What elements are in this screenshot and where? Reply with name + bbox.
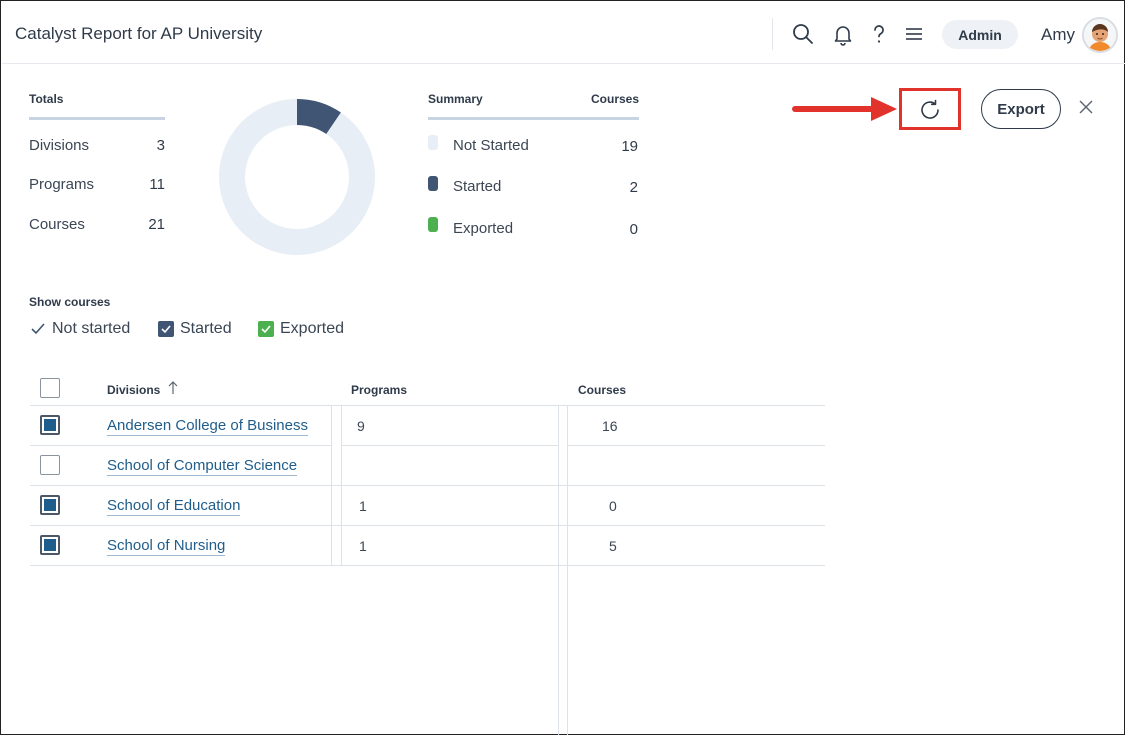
summary-not-started-value: 19: [621, 138, 638, 155]
filter-started[interactable]: Started: [158, 320, 232, 338]
row-programs-value: 9: [357, 418, 365, 434]
filter-not-started-label: Not started: [52, 320, 131, 337]
table-header-divider: [30, 405, 825, 406]
column-divider: [341, 405, 342, 565]
row-programs-value: 1: [359, 498, 367, 514]
totals-divisions-value: 3: [156, 137, 165, 154]
row-courses-value: 0: [609, 498, 617, 514]
checkbox-checked-icon: [158, 321, 174, 337]
division-link-education[interactable]: School of Education: [107, 497, 241, 516]
menu-icon[interactable]: [902, 22, 926, 46]
show-courses-heading: Show courses: [29, 295, 111, 309]
report-window: Catalyst Report for AP University Admin …: [0, 0, 1125, 735]
page-title: Catalyst Report for AP University: [15, 24, 263, 43]
legend-swatch-started: [428, 176, 438, 191]
row-programs-value: 1: [359, 538, 367, 554]
summary-underline: [428, 117, 639, 120]
header: Catalyst Report for AP University Admin …: [2, 2, 1125, 64]
division-link-nursing[interactable]: School of Nursing: [107, 537, 226, 556]
summary-courses-heading: Courses: [591, 92, 640, 106]
totals-courses-label: Courses: [29, 216, 85, 233]
summary-heading: Summary: [428, 92, 483, 106]
filter-not-started[interactable]: Not started: [30, 320, 130, 338]
arrow-up-icon[interactable]: [167, 380, 179, 401]
role-badge[interactable]: Admin: [942, 20, 1018, 49]
avatar[interactable]: [1082, 17, 1118, 53]
row-divider: [30, 485, 825, 486]
summary-exported-value: 0: [629, 221, 638, 238]
donut-slice-not-started: [218, 99, 375, 255]
callout-arrow: [792, 97, 897, 121]
filter-started-label: Started: [180, 320, 232, 337]
filter-exported-label: Exported: [280, 320, 345, 337]
checkbox-checked-icon: [258, 321, 274, 337]
row-divider: [30, 525, 825, 526]
division-link-andersen[interactable]: Andersen College of Business: [107, 417, 308, 436]
legend-swatch-exported: [428, 217, 438, 232]
row-divider: [30, 565, 825, 566]
close-icon[interactable]: [1077, 98, 1095, 116]
row-checkbox[interactable]: [40, 535, 60, 555]
row-divider: [567, 445, 825, 446]
check-icon: [30, 321, 46, 337]
row-divider: [30, 445, 331, 446]
totals-programs-label: Programs: [29, 176, 95, 193]
row-checkbox[interactable]: [40, 495, 60, 515]
row-courses-value: 5: [609, 538, 617, 554]
search-icon[interactable]: [791, 22, 815, 46]
totals-divisions-label: Divisions: [29, 137, 90, 154]
row-checkbox[interactable]: [40, 415, 60, 435]
legend-swatch-not-started: [428, 135, 438, 150]
row-courses-value: 16: [602, 418, 618, 434]
row-divider: [341, 445, 559, 446]
summary-exported-label: Exported: [453, 220, 514, 237]
divisions-column-header[interactable]: Divisions: [107, 383, 160, 397]
summary-not-started-label: Not Started: [453, 137, 529, 154]
totals-programs-value: 11: [149, 176, 165, 193]
help-icon[interactable]: [867, 22, 891, 46]
division-link-computer-science[interactable]: School of Computer Science: [107, 457, 298, 476]
totals-underline: [29, 117, 165, 120]
programs-column-header[interactable]: Programs: [351, 383, 407, 397]
refresh-icon[interactable]: [916, 96, 944, 124]
status-donut-chart: [218, 99, 375, 255]
courses-column-header[interactable]: Courses: [578, 383, 626, 397]
totals-courses-value: 21: [148, 216, 165, 233]
user-name[interactable]: Amy: [1041, 25, 1075, 45]
totals-heading: Totals: [29, 92, 64, 106]
select-all-checkbox[interactable]: [40, 378, 60, 398]
filter-exported[interactable]: Exported: [258, 320, 344, 338]
summary-started-label: Started: [453, 178, 502, 195]
summary-started-value: 2: [629, 179, 638, 196]
export-button[interactable]: Export: [981, 89, 1061, 129]
header-divider: [772, 18, 773, 50]
column-divider: [558, 405, 559, 735]
bell-icon[interactable]: [831, 22, 855, 46]
column-divider: [331, 405, 332, 565]
row-checkbox[interactable]: [40, 455, 60, 475]
column-divider: [567, 405, 568, 735]
